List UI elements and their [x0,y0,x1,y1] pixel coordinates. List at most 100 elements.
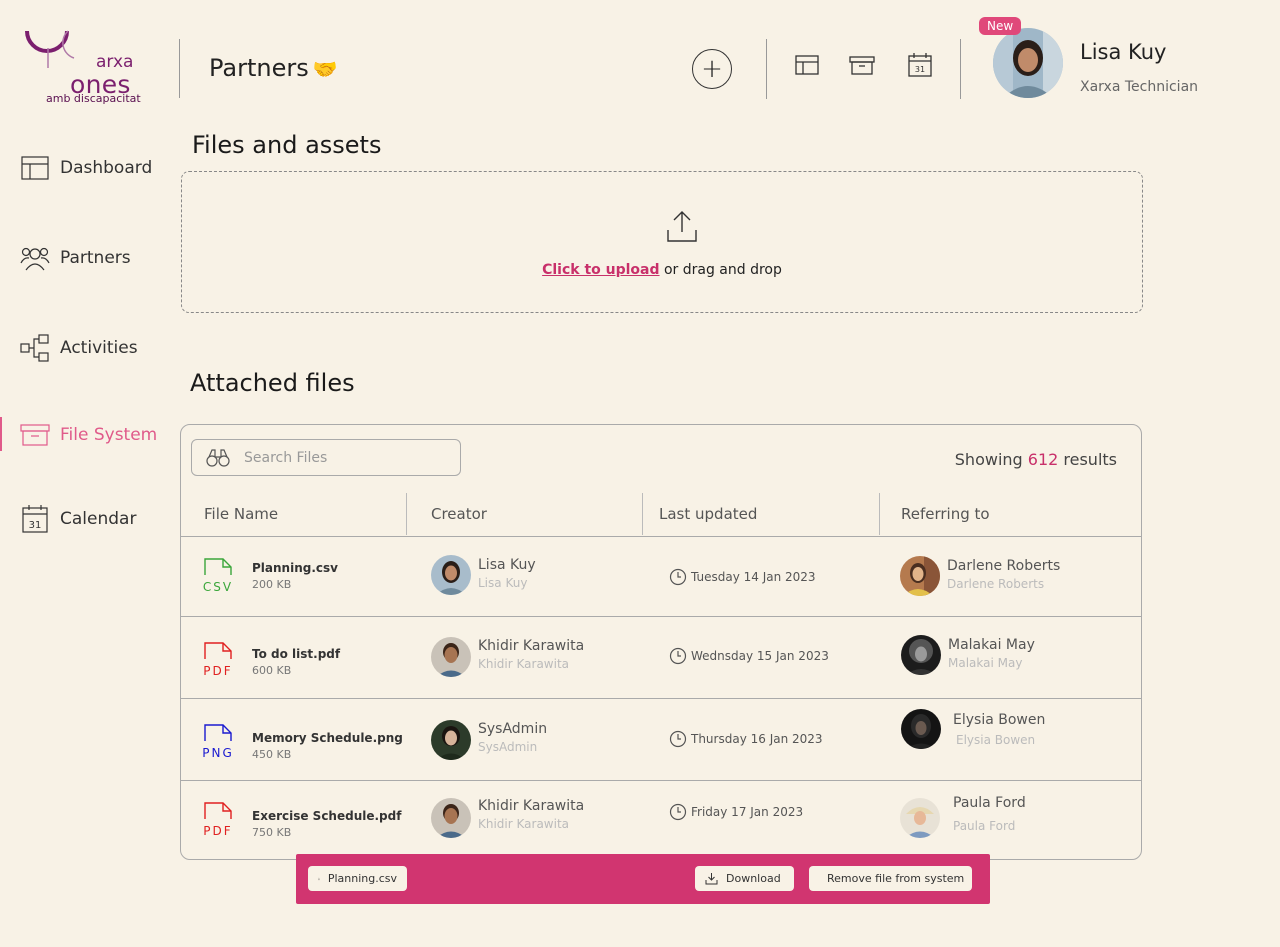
search-box[interactable] [191,439,461,476]
creator-name: SysAdmin [478,721,548,737]
table-row[interactable]: CSV Planning.csv 200 KB Lisa Kuy Lisa Ku… [181,537,1141,616]
referring-name: Paula Ford [953,795,1026,811]
header-divider [960,39,961,99]
file-name: To do list.pdf [252,647,341,661]
active-indicator [0,417,2,451]
layout-icon [21,156,49,180]
clock-icon [669,647,687,665]
results-count: Showing 612 results [955,450,1117,469]
calendar-icon[interactable]: 31 [907,52,933,78]
download-label: Download [726,872,781,885]
layout-icon[interactable] [794,52,820,78]
sidebar-item-activities[interactable]: Activities [20,333,138,363]
files-table: Showing 612 results File Name Creator La… [180,424,1142,860]
users-icon [20,247,50,271]
calendar-icon: 31 [22,505,48,533]
referring-avatar [901,635,941,675]
sidebar-item-label: File System [60,425,158,445]
upload-dropzone[interactable]: Click to upload or drag and drop [181,171,1143,313]
referring-subname: Malakai May [948,656,1023,670]
user-name: Lisa Kuy [1080,40,1167,64]
click-to-upload-link[interactable]: Click to upload [542,262,659,278]
logo-text-3: amb discapacitat [46,92,141,105]
remove-file-label: Remove file from system [827,872,965,885]
remove-file-button[interactable]: Remove file from system [809,866,972,891]
user-avatar[interactable] [993,28,1063,98]
file-type-label: PNG [202,746,234,759]
referring-name: Elysia Bowen [953,712,1046,728]
user-role: Xarxa Technician [1080,79,1199,95]
sidebar-item-partners[interactable]: Partners [20,243,131,273]
creator-name: Khidir Karawita [478,798,585,814]
creator-subname: Khidir Karawita [478,657,570,671]
last-updated-text: Tuesday 14 Jan 2023 [691,570,816,584]
results-prefix: Showing [954,450,1028,469]
sidebar-item-calendar[interactable]: 31 Calendar [20,504,136,534]
logo-text-1: arxa [96,52,134,72]
search-input[interactable] [244,449,434,466]
page-title-text: Partners [209,54,309,82]
column-separator [879,493,880,535]
column-header-last-updated[interactable]: Last updated [659,505,757,523]
binoculars-icon [206,448,230,467]
column-separator [642,493,643,535]
referring-subname: Paula Ford [953,819,1016,833]
file-size: 750 KB [252,826,292,839]
png-file-icon: PNG [202,724,234,759]
archive-icon [20,424,50,446]
creator-avatar [431,637,471,677]
add-button[interactable]: + [692,49,732,89]
last-updated-text: Thursday 16 Jan 2023 [691,732,823,746]
referring-name: Malakai May [948,637,1035,653]
upload-section-title: Files and assets [192,131,382,159]
table-row[interactable]: PNG Memory Schedule.png 450 KB SysAdmin … [181,699,1141,780]
last-updated: Wednsday 15 Jan 2023 [669,647,829,665]
results-suffix: results [1058,450,1117,469]
flow-icon [20,334,49,362]
page-title: Partners 🤝 [209,54,338,82]
referring-avatar [900,556,940,596]
referring-avatar [901,709,941,749]
column-header-referring-to[interactable]: Referring to [901,505,990,523]
sidebar-item-label: Calendar [60,509,137,529]
referring-subname: Elysia Bowen [956,733,1036,747]
calendar-day-text: 31 [915,65,925,74]
sidebar-item-file-system[interactable]: File System [20,420,157,450]
creator-name: Lisa Kuy [478,557,536,573]
file-action-bar: csv Planning.csv Download Remove file fr… [296,854,990,904]
archive-icon[interactable] [849,52,875,78]
creator-avatar [431,555,471,595]
sidebar-item-dashboard[interactable]: Dashboard [20,153,152,183]
sidebar-item-label: Activities [60,338,138,358]
selected-file-chip[interactable]: csv Planning.csv [308,866,407,891]
column-header-creator[interactable]: Creator [431,505,487,523]
file-icon: csv [318,877,320,880]
table-row[interactable]: PDF Exercise Schedule.pdf 750 KB Khidir … [181,781,1141,859]
header-divider [179,39,180,98]
file-name: Planning.csv [252,561,338,575]
file-size: 200 KB [252,578,292,591]
column-header-file-name[interactable]: File Name [204,505,278,523]
creator-avatar [431,798,471,838]
selected-file-name: Planning.csv [327,872,397,885]
file-tag-text: csv [318,878,319,880]
file-size: 600 KB [252,664,292,677]
csv-file-icon: CSV [203,558,233,593]
handshake-icon: 🤝 [312,57,338,81]
upload-text: Click to upload or drag and drop [182,262,1142,278]
upload-rest-text: or drag and drop [659,262,782,278]
results-number: 612 [1027,450,1059,469]
last-updated-text: Wednsday 15 Jan 2023 [691,649,829,663]
download-button[interactable]: Download [695,866,794,891]
new-badge: New [979,17,1022,35]
table-row[interactable]: PDF To do list.pdf 600 KB Khidir Karawit… [181,617,1141,698]
clock-icon [669,803,687,821]
app-logo[interactable]: arxa ones amb discapacitat [22,28,142,106]
clock-icon [669,568,687,586]
creator-subname: SysAdmin [478,740,538,754]
last-updated: Thursday 16 Jan 2023 [669,730,823,748]
pdf-file-icon: PDF [203,642,232,677]
file-type-label: PDF [203,824,232,837]
header-divider [766,39,767,99]
file-type-label: CSV [203,580,233,593]
